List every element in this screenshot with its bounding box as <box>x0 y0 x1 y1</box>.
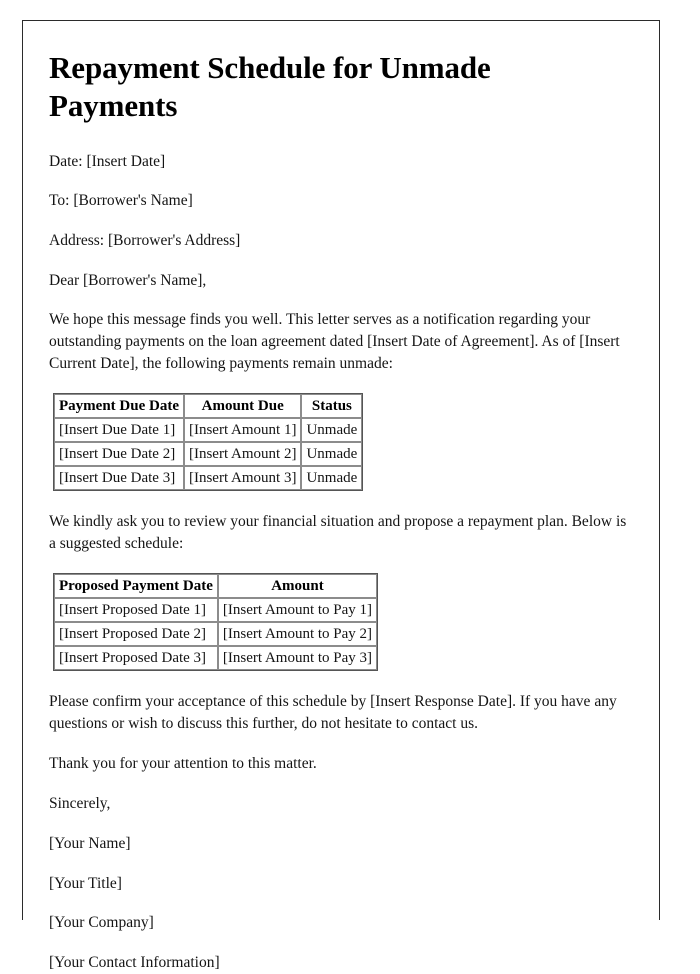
document-page: Repayment Schedule for Unmade Payments D… <box>22 20 660 971</box>
table-head: Payment Due Date Amount Due Status <box>54 394 363 419</box>
column-header-proposed-payment-date: Proposed Payment Date <box>54 574 218 599</box>
thanks-paragraph: Thank you for your attention to this mat… <box>49 755 317 773</box>
table-body: [Insert Proposed Date 1] [Insert Amount … <box>54 598 378 671</box>
cell-due-date: [Insert Due Date 2] <box>54 442 184 467</box>
recipient-line: To: [Borrower's Name] <box>49 192 193 210</box>
closing-line: Sincerely, <box>49 795 111 813</box>
cell-proposed-date: [Insert Proposed Date 3] <box>54 646 218 671</box>
table-row: [Insert Proposed Date 3] [Insert Amount … <box>54 646 378 671</box>
document-body: Repayment Schedule for Unmade Payments D… <box>23 21 659 974</box>
date-line: Date: [Insert Date] <box>49 152 166 170</box>
column-header-status: Status <box>301 394 363 419</box>
cell-amount-due: [Insert Amount 1] <box>183 418 302 443</box>
unmade-payments-table: Payment Due Date Amount Due Status [Inse… <box>53 393 364 492</box>
column-header-payment-due-date: Payment Due Date <box>54 394 184 419</box>
signature-name: [Your Name] <box>49 835 131 853</box>
table-header-row: Payment Due Date Amount Due Status <box>54 394 363 419</box>
table-head: Proposed Payment Date Amount <box>54 574 378 599</box>
cell-status: Unmade <box>301 466 363 491</box>
proposed-schedule-table: Proposed Payment Date Amount [Insert Pro… <box>53 573 379 672</box>
page-title: Repayment Schedule for Unmade Payments <box>49 50 491 123</box>
table-row: [Insert Proposed Date 1] [Insert Amount … <box>54 598 378 623</box>
address-line: Address: [Borrower's Address] <box>49 232 241 249</box>
table-row: [Insert Due Date 3] [Insert Amount 3] Un… <box>54 466 363 491</box>
column-header-amount: Amount <box>217 574 378 599</box>
column-header-amount-due: Amount Due <box>183 394 302 419</box>
table-row: [Insert Due Date 1] [Insert Amount 1] Un… <box>54 418 363 443</box>
table-body: [Insert Due Date 1] [Insert Amount 1] Un… <box>54 418 363 491</box>
cell-due-date: [Insert Due Date 1] <box>54 418 184 443</box>
request-paragraph: We kindly ask you to review your financi… <box>49 513 627 553</box>
table-header-row: Proposed Payment Date Amount <box>54 574 378 599</box>
confirmation-paragraph: Please confirm your acceptance of this s… <box>49 693 617 733</box>
signature-title: [Your Title] <box>49 874 122 892</box>
signature-company: [Your Company] <box>49 914 154 932</box>
table-row: [Insert Due Date 2] [Insert Amount 2] Un… <box>54 442 363 467</box>
cell-proposed-date: [Insert Proposed Date 1] <box>54 598 218 623</box>
table-row: [Insert Proposed Date 2] [Insert Amount … <box>54 622 378 647</box>
cell-amount-due: [Insert Amount 2] <box>183 442 302 467</box>
cell-status: Unmade <box>301 442 363 467</box>
cell-amount-to-pay: [Insert Amount to Pay 1] <box>217 598 378 623</box>
proposed-schedule-table-wrapper: Proposed Payment Date Amount [Insert Pro… <box>53 573 633 672</box>
cell-amount-due: [Insert Amount 3] <box>183 466 302 491</box>
intro-paragraph: We hope this message finds you well. Thi… <box>49 311 620 373</box>
cell-status: Unmade <box>301 418 363 443</box>
cell-amount-to-pay: [Insert Amount to Pay 3] <box>217 646 378 671</box>
cell-proposed-date: [Insert Proposed Date 2] <box>54 622 218 647</box>
salutation-line: Dear [Borrower's Name], <box>49 271 207 289</box>
cell-amount-to-pay: [Insert Amount to Pay 2] <box>217 622 378 647</box>
unmade-payments-table-wrapper: Payment Due Date Amount Due Status [Inse… <box>53 393 633 492</box>
cell-due-date: [Insert Due Date 3] <box>54 466 184 491</box>
signature-contact: [Your Contact Information] <box>49 954 220 972</box>
